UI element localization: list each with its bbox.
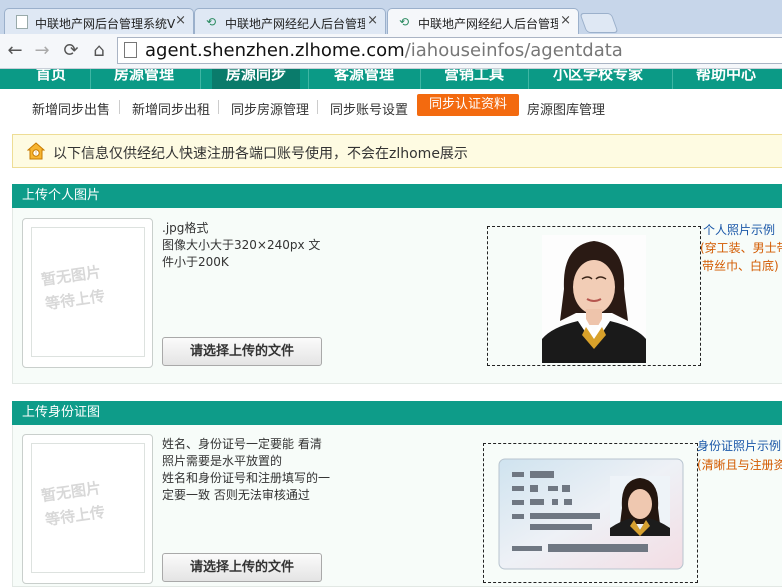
id-requirements: 姓名、身份证号一定要能 看清 照片需要是水平放置的 姓名和身份证号和注册填写的一… — [162, 436, 330, 504]
photo-preview-placeholder: 暂无图片 等待上传 — [22, 218, 153, 368]
main-nav-home[interactable]: 首页 — [36, 69, 66, 84]
main-nav-school-expert[interactable]: 小区学校专家 — [553, 69, 643, 84]
section-header-id-card: 上传身份证图 — [12, 401, 782, 425]
house-warning-icon: ! — [27, 142, 45, 160]
requirement-line: 定要一致 否则无法审核通过 — [162, 488, 310, 502]
requirement-line: .jpg格式 — [162, 221, 209, 235]
placeholder-watermark: 暂无图片 等待上传 — [27, 475, 147, 555]
browser-tab-3-active[interactable]: ⟲ 中联地产网经纪人后台管理 × — [387, 8, 579, 35]
notice-bar: ! 以下信息仅供经纪人快速注册各端口账号使用，不会在zlhome展示 — [12, 134, 782, 168]
url-path: /iahouseinfos/agentdata — [404, 40, 623, 61]
requirement-line: 图像大小大于320×240px 文 — [162, 238, 321, 252]
nav-divider — [317, 100, 318, 114]
section-header-photo: 上传个人图片 — [12, 184, 782, 208]
sample-id-card-image — [498, 458, 684, 570]
nav-divider — [420, 69, 421, 89]
nav-divider — [218, 100, 219, 114]
sub-nav: 新增同步出售 新增同步出租 同步房源管理 同步账号设置 同步认证资料 房源图库管… — [0, 89, 782, 123]
notice-text: 以下信息仅供经纪人快速注册各端口账号使用，不会在zlhome展示 — [53, 146, 468, 162]
main-nav-sync[interactable]: 房源同步 — [212, 69, 301, 89]
back-arrow-icon[interactable]: ← — [4, 40, 26, 62]
document-icon — [16, 15, 28, 29]
main-nav-marketing[interactable]: 营销工具 — [444, 69, 504, 84]
nav-divider — [672, 69, 673, 89]
new-tab-button[interactable] — [579, 13, 619, 33]
placeholder-watermark: 暂无图片 等待上传 — [27, 259, 147, 339]
browser-tab-title: 中联地产网经纪人后台管理 — [418, 17, 558, 31]
home-icon[interactable]: ⌂ — [88, 40, 110, 62]
placeholder-text-2: 等待上传 — [44, 502, 107, 530]
browser-tab-1[interactable]: 中联地产网后台管理系统V × — [4, 8, 194, 34]
id-sample-frame — [483, 443, 698, 583]
placeholder-text-2: 等待上传 — [44, 286, 107, 314]
id-sample-link[interactable]: 身份证照片示例 — [697, 437, 781, 454]
photo-sample-note-2: 带丝巾、白底) — [702, 259, 779, 273]
requirement-line: 姓名和身份证号和注册填写的一 — [162, 471, 331, 485]
browser-tab-2[interactable]: ⟲ 中联地产网经纪人后台管理 × — [194, 8, 386, 34]
sub-nav-sync-management[interactable]: 同步房源管理 — [231, 99, 309, 118]
requirement-line: 姓名、身份证号一定要能 看清 — [162, 437, 322, 451]
nav-divider — [90, 69, 91, 89]
svg-text:!: ! — [35, 151, 37, 157]
nav-divider — [200, 69, 201, 89]
zlhome-logo-icon: ⟲ — [205, 15, 217, 29]
id-preview-placeholder: 暂无图片 等待上传 — [22, 434, 153, 584]
main-nav-clients[interactable]: 客源管理 — [334, 69, 394, 84]
photo-sample-frame — [487, 226, 701, 366]
browser-tab-strip: 中联地产网后台管理系统V × ⟲ 中联地产网经纪人后台管理 × ⟲ 中联地产网经… — [0, 0, 782, 35]
main-nav-listings[interactable]: 房源管理 — [114, 69, 174, 84]
close-icon[interactable]: × — [560, 13, 571, 28]
forward-arrow-icon[interactable]: → — [31, 40, 53, 62]
browser-tab-title: 中联地产网后台管理系统V — [35, 17, 175, 31]
nav-divider — [308, 69, 309, 89]
zlhome-logo-icon: ⟲ — [398, 15, 410, 29]
browser-toolbar: ← → ⟳ ⌂ agent.shenzhen.zlhome.com/iahous… — [0, 34, 782, 69]
address-bar[interactable]: agent.shenzhen.zlhome.com/iahouseinfos/a… — [117, 37, 782, 64]
upload-photo-button[interactable]: 请选择上传的文件 — [162, 337, 322, 366]
photo-sample-link[interactable]: 个人照片示例 — [703, 221, 775, 238]
photo-sample-note-1: (穿工装、男士带 — [700, 241, 782, 255]
close-icon[interactable]: × — [367, 13, 378, 28]
sub-nav-new-rent[interactable]: 新增同步出租 — [132, 99, 210, 118]
url-host: agent.shenzhen.zlhome.com — [145, 40, 405, 61]
sub-nav-certification[interactable]: 同步认证资料 — [417, 94, 520, 116]
photo-requirements: .jpg格式 图像大小大于320×240px 文 件小于200K — [162, 220, 320, 271]
sample-portrait-image — [542, 235, 646, 363]
nav-divider — [119, 100, 120, 114]
browser-tab-title: 中联地产网经纪人后台管理 — [225, 17, 365, 31]
sub-nav-account-settings[interactable]: 同步账号设置 — [330, 99, 408, 118]
reload-icon[interactable]: ⟳ — [60, 40, 82, 62]
sub-nav-photo-library[interactable]: 房源图库管理 — [527, 99, 605, 118]
page-icon — [124, 42, 137, 58]
address-url: agent.shenzhen.zlhome.com/iahouseinfos/a… — [145, 40, 623, 61]
close-icon[interactable]: × — [175, 13, 186, 28]
upload-id-button[interactable]: 请选择上传的文件 — [162, 553, 322, 582]
sub-nav-new-sale[interactable]: 新增同步出售 — [32, 99, 110, 118]
requirement-line: 照片需要是水平放置的 — [162, 454, 283, 468]
id-sample-note: (清晰且与注册资 — [697, 458, 782, 472]
nav-divider — [528, 69, 529, 89]
main-nav-help[interactable]: 帮助中心 — [696, 69, 756, 84]
main-nav: 首页 房源管理 房源同步 客源管理 营销工具 小区学校专家 帮助中心 — [0, 69, 782, 89]
requirement-line: 件小于200K — [162, 255, 229, 269]
